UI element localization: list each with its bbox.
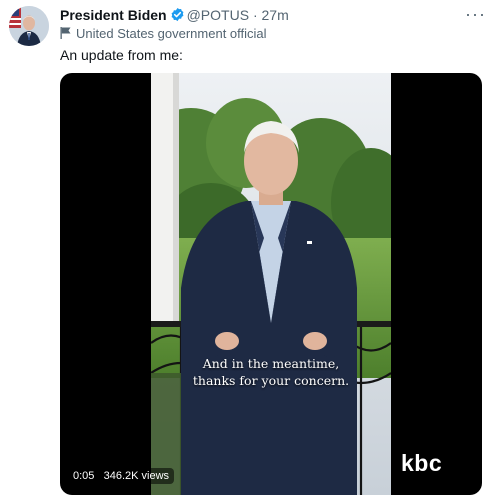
timestamp[interactable]: 27m — [262, 7, 289, 23]
video-scene-image — [151, 73, 391, 495]
author-handle[interactable]: @POTUS — [187, 7, 249, 23]
account-label-text[interactable]: United States government official — [76, 26, 267, 41]
tweet-header: President Biden @POTUS · 27m — [60, 6, 289, 24]
video-frame[interactable]: And in the meantime, thanks for your con… — [151, 73, 391, 495]
video-caption-line-2: thanks for your concern. — [192, 373, 350, 388]
video-stats: 0:05 346.2K views — [68, 468, 175, 484]
separator-dot: · — [252, 7, 258, 23]
account-label: United States government official — [60, 26, 267, 42]
avatar-image — [9, 6, 49, 46]
video-views: 346.2K views — [103, 470, 170, 482]
verified-badge-icon — [171, 7, 184, 22]
video-timestamp: 0:05 — [73, 470, 95, 482]
government-flag-icon — [60, 27, 71, 39]
broadcaster-watermark: kbc — [401, 450, 443, 476]
more-horizontal-icon: ··· — [465, 4, 486, 24]
video-caption-line-1: And in the meantime, — [202, 356, 340, 371]
avatar[interactable] — [9, 6, 49, 46]
author-name[interactable]: President Biden — [60, 7, 167, 23]
video-player[interactable]: And in the meantime, thanks for your con… — [60, 73, 482, 495]
tweet[interactable]: ··· President Biden @POTUS · 27m United … — [0, 0, 500, 496]
more-options-button[interactable]: ··· — [465, 4, 486, 25]
tweet-text: An update from me: — [60, 47, 183, 63]
